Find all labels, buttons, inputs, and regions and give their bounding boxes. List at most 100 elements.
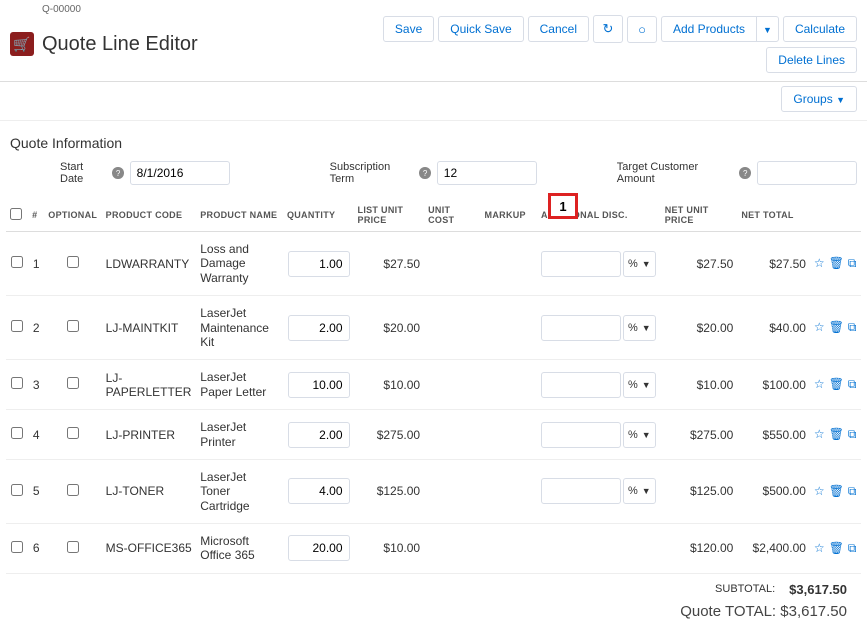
discount-unit-select[interactable]: % ▼ bbox=[623, 422, 656, 448]
reset-button[interactable]: ○ bbox=[627, 16, 657, 43]
favorite-icon[interactable]: ☆ bbox=[814, 427, 825, 442]
net-total: $2,400.00 bbox=[737, 524, 810, 574]
col-net-unit-price: NET UNIT PRICE bbox=[661, 199, 738, 232]
start-date-input[interactable] bbox=[130, 161, 230, 185]
quantity-input[interactable] bbox=[288, 422, 350, 448]
chevron-down-icon: ▼ bbox=[642, 380, 651, 390]
quantity-input[interactable] bbox=[288, 372, 350, 398]
markup bbox=[481, 410, 537, 460]
favorite-icon[interactable]: ☆ bbox=[814, 484, 825, 499]
discount-input[interactable] bbox=[541, 372, 621, 398]
line-items-table: # OPTIONAL PRODUCT CODE PRODUCT NAME QUA… bbox=[6, 199, 861, 574]
copy-icon[interactable]: ⧉ bbox=[848, 541, 857, 556]
optional-checkbox[interactable] bbox=[67, 541, 79, 553]
unit-cost bbox=[424, 296, 480, 360]
optional-checkbox[interactable] bbox=[67, 320, 79, 332]
discount-unit-select[interactable]: % ▼ bbox=[623, 251, 656, 277]
target-amount-label: Target Customer Amount bbox=[617, 161, 734, 185]
delete-icon[interactable]: 🗑 bbox=[829, 427, 844, 442]
net-unit-price: $27.50 bbox=[661, 232, 738, 296]
favorite-icon[interactable]: ☆ bbox=[814, 256, 825, 271]
col-markup: MARKUP bbox=[481, 199, 537, 232]
row-checkbox[interactable] bbox=[11, 484, 23, 496]
quote-total-label: Quote TOTAL: $3,617.50 bbox=[680, 603, 847, 620]
row-checkbox[interactable] bbox=[11, 256, 23, 268]
optional-checkbox[interactable] bbox=[67, 484, 79, 496]
optional-checkbox[interactable] bbox=[67, 256, 79, 268]
callout-badge: 1 bbox=[548, 193, 578, 219]
copy-icon[interactable]: ⧉ bbox=[848, 484, 857, 499]
copy-icon[interactable]: ⧉ bbox=[848, 256, 857, 271]
unit-cost bbox=[424, 459, 480, 523]
copy-icon[interactable]: ⧉ bbox=[848, 320, 857, 335]
row-index: 6 bbox=[28, 524, 44, 574]
discount-input[interactable] bbox=[541, 422, 621, 448]
list-unit-price: $20.00 bbox=[354, 296, 425, 360]
add-products-button[interactable]: Add Products bbox=[661, 16, 756, 42]
optional-checkbox[interactable] bbox=[67, 377, 79, 389]
quantity-input[interactable] bbox=[288, 251, 350, 277]
markup bbox=[481, 524, 537, 574]
col-optional: OPTIONAL bbox=[44, 199, 101, 232]
markup bbox=[481, 459, 537, 523]
net-unit-price: $275.00 bbox=[661, 410, 738, 460]
save-button[interactable]: Save bbox=[383, 16, 434, 42]
subscription-term-label: Subscription Term bbox=[330, 161, 414, 185]
groups-button[interactable]: Groups ▼ bbox=[781, 86, 857, 112]
refresh-button[interactable]: ↻ bbox=[593, 15, 623, 43]
help-icon[interactable]: ? bbox=[419, 167, 430, 179]
favorite-icon[interactable]: ☆ bbox=[814, 541, 825, 556]
quantity-input[interactable] bbox=[288, 478, 350, 504]
markup bbox=[481, 232, 537, 296]
target-amount-input[interactable] bbox=[757, 161, 857, 185]
add-products-dropdown[interactable]: ▼ bbox=[756, 16, 779, 42]
row-checkbox[interactable] bbox=[11, 427, 23, 439]
product-code: LJ-PAPERLETTER bbox=[102, 360, 197, 410]
copy-icon[interactable]: ⧉ bbox=[848, 427, 857, 442]
delete-icon[interactable]: 🗑 bbox=[829, 484, 844, 499]
delete-lines-button[interactable]: Delete Lines bbox=[766, 47, 857, 73]
help-icon[interactable]: ? bbox=[739, 167, 751, 179]
product-name: LaserJet Printer bbox=[196, 410, 283, 460]
cancel-button[interactable]: Cancel bbox=[528, 16, 589, 42]
net-unit-price: $125.00 bbox=[661, 459, 738, 523]
table-row: 5 LJ-TONER LaserJet Toner Cartridge $125… bbox=[6, 459, 861, 523]
discount-input[interactable] bbox=[541, 478, 621, 504]
quantity-input[interactable] bbox=[288, 535, 350, 561]
product-name: LaserJet Paper Letter bbox=[196, 360, 283, 410]
quick-save-button[interactable]: Quick Save bbox=[438, 16, 523, 42]
discount-unit-select[interactable]: % ▼ bbox=[623, 478, 656, 504]
delete-icon[interactable]: 🗑 bbox=[829, 377, 844, 392]
row-checkbox[interactable] bbox=[11, 320, 23, 332]
subscription-term-input[interactable] bbox=[437, 161, 537, 185]
select-all-checkbox[interactable] bbox=[10, 208, 22, 220]
favorite-icon[interactable]: ☆ bbox=[814, 377, 825, 392]
unit-cost bbox=[424, 232, 480, 296]
subtotal-label: SUBTOTAL: bbox=[715, 583, 775, 595]
col-quantity: QUANTITY bbox=[283, 199, 354, 232]
row-checkbox[interactable] bbox=[11, 377, 23, 389]
table-row: 2 LJ-MAINTKIT LaserJet Maintenance Kit $… bbox=[6, 296, 861, 360]
product-code: LDWARRANTY bbox=[102, 232, 197, 296]
discount-unit-select[interactable]: % ▼ bbox=[623, 372, 656, 398]
discount-input[interactable] bbox=[541, 251, 621, 277]
discount-unit-select[interactable]: % ▼ bbox=[623, 315, 656, 341]
product-name: LaserJet Maintenance Kit bbox=[196, 296, 283, 360]
discount-input[interactable] bbox=[541, 315, 621, 341]
calculate-button[interactable]: Calculate bbox=[783, 16, 857, 42]
row-checkbox[interactable] bbox=[11, 541, 23, 553]
favorite-icon[interactable]: ☆ bbox=[814, 320, 825, 335]
copy-icon[interactable]: ⧉ bbox=[848, 377, 857, 392]
delete-icon[interactable]: 🗑 bbox=[829, 320, 844, 335]
optional-checkbox[interactable] bbox=[67, 427, 79, 439]
help-icon[interactable]: ? bbox=[112, 167, 123, 179]
row-index: 5 bbox=[28, 459, 44, 523]
subtotal-value: $3,617.50 bbox=[789, 582, 847, 597]
delete-icon[interactable]: 🗑 bbox=[829, 541, 844, 556]
quantity-input[interactable] bbox=[288, 315, 350, 341]
chevron-down-icon: ▼ bbox=[642, 430, 651, 440]
col-list-unit-price: LIST UNIT PRICE bbox=[354, 199, 425, 232]
row-index: 1 bbox=[28, 232, 44, 296]
row-index: 4 bbox=[28, 410, 44, 460]
delete-icon[interactable]: 🗑 bbox=[829, 256, 844, 271]
